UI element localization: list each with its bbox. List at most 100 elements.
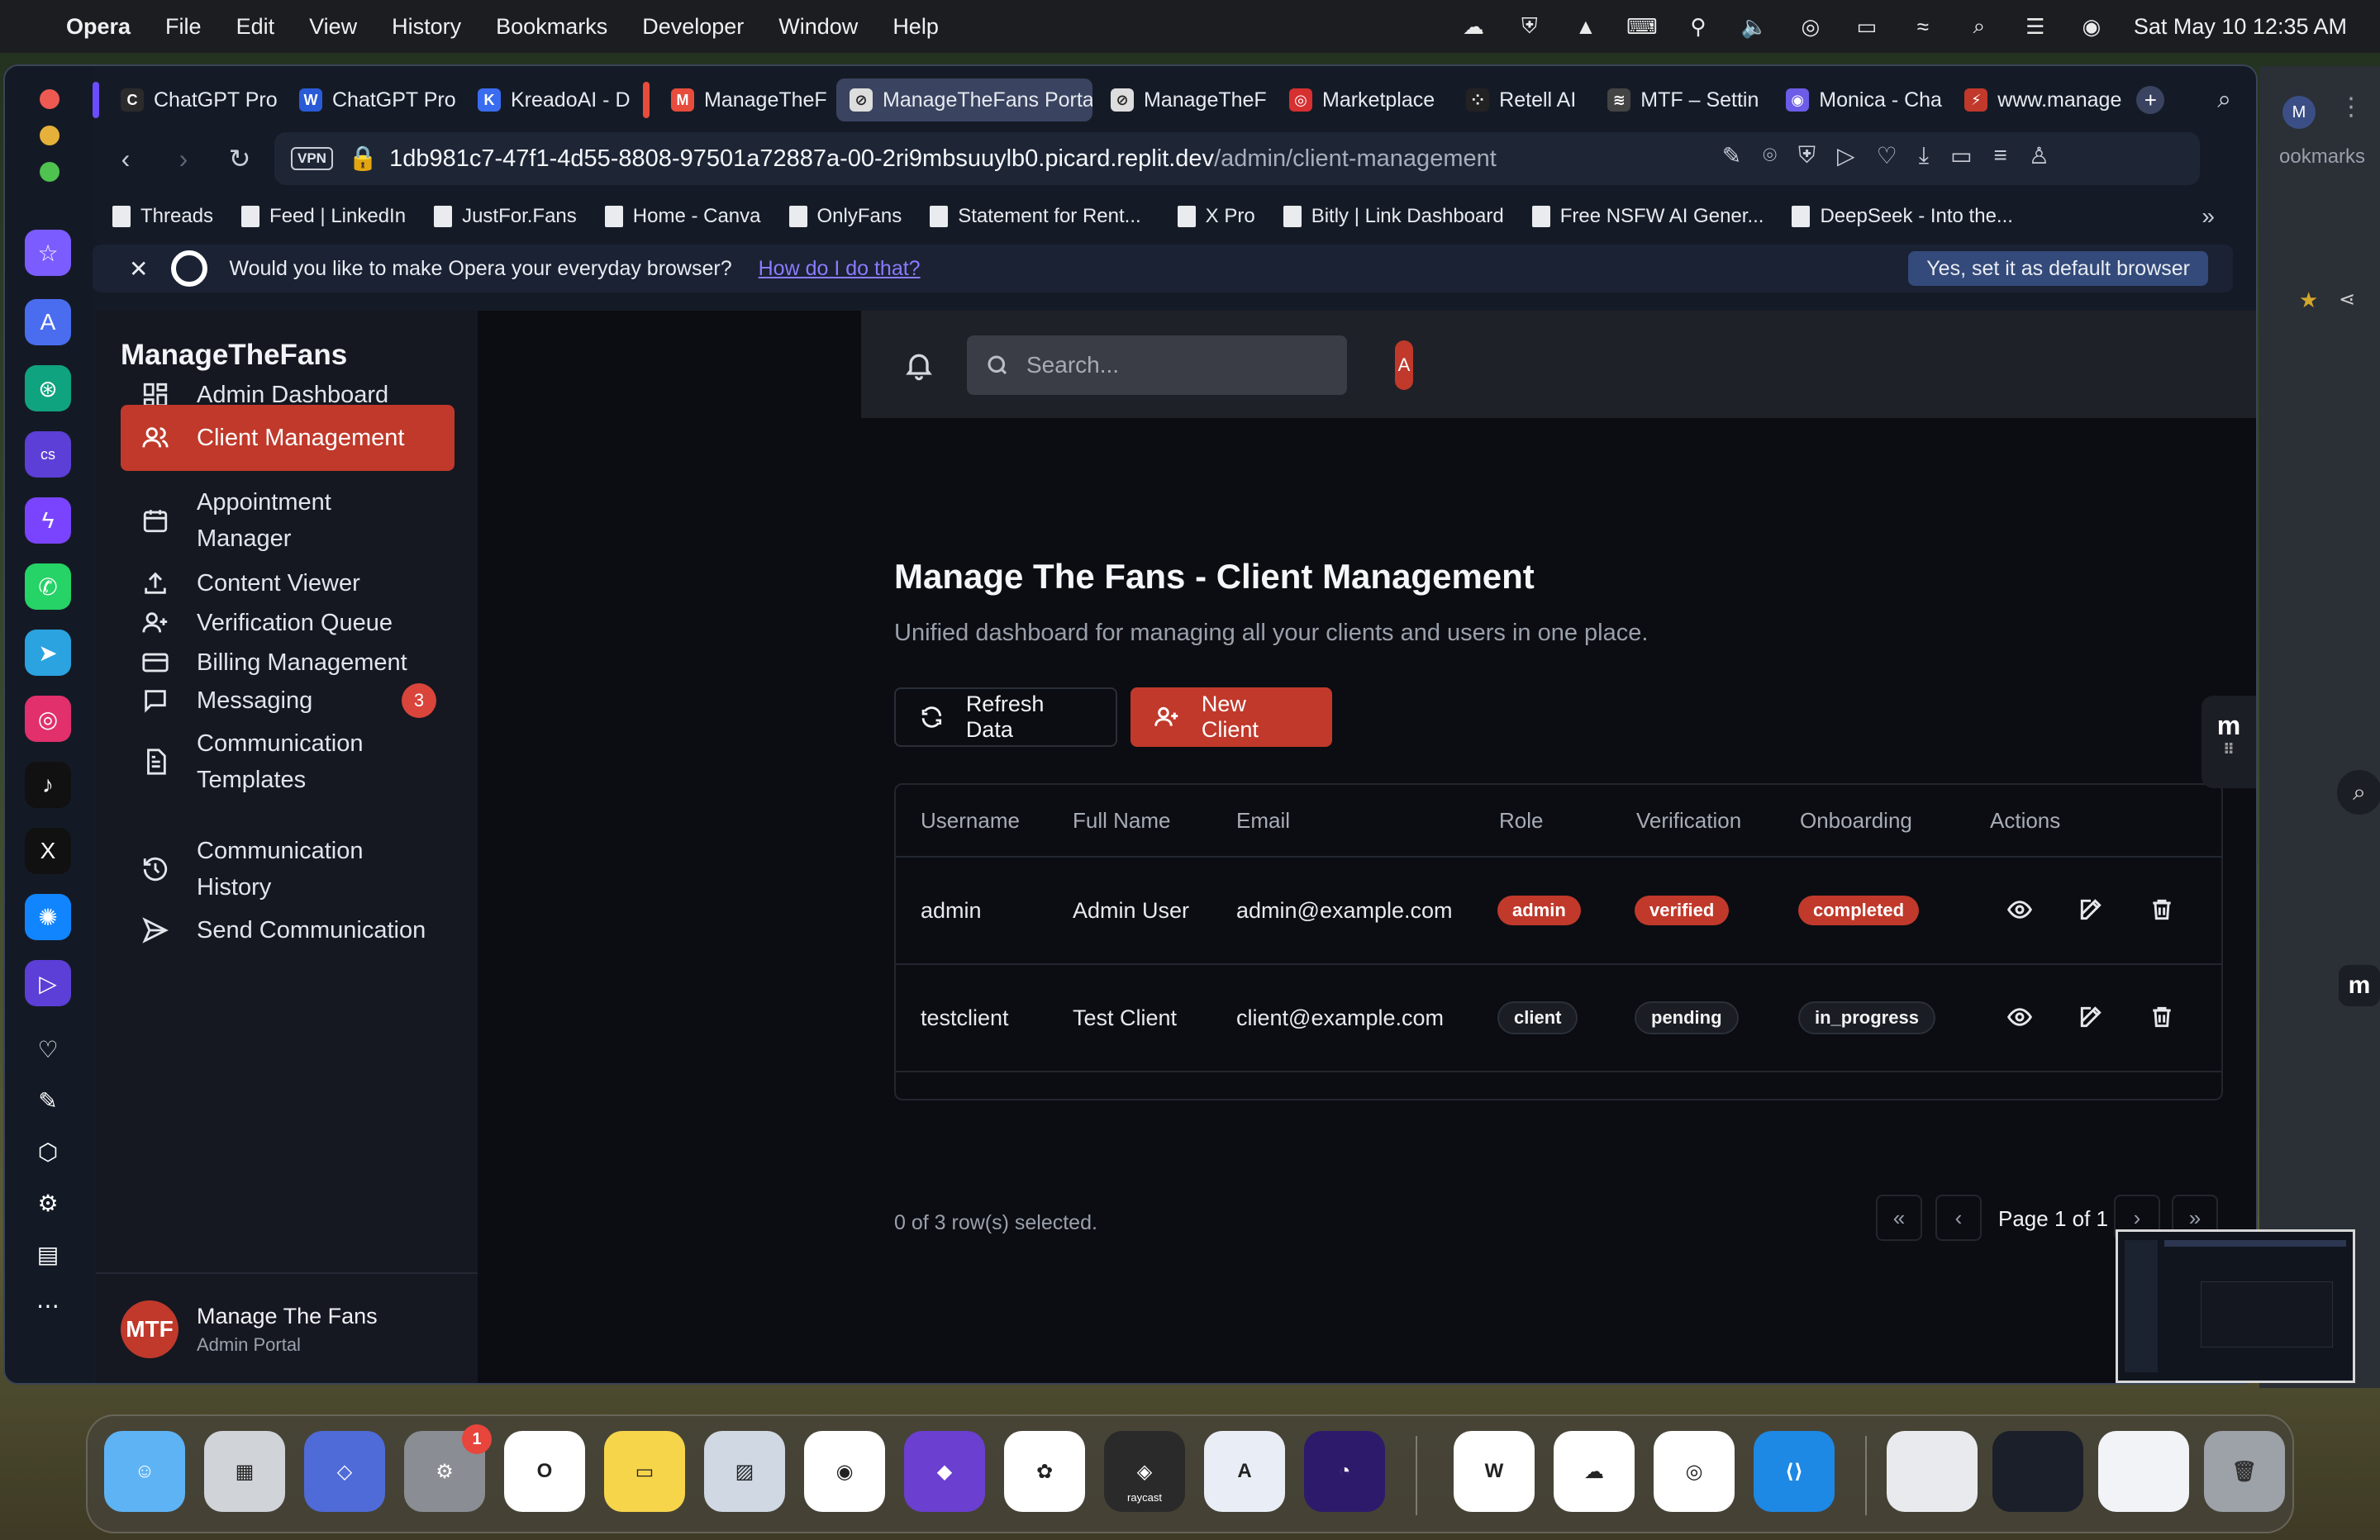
system-settings-dock-icon[interactable]: ⚙ 1 [404,1424,492,1512]
instagram-icon[interactable]: ◎ [25,696,71,742]
maximize-window-button[interactable] [40,162,60,182]
bookmark-item[interactable]: Home - Canva [604,205,761,228]
menu-developer[interactable]: Developer [642,14,744,40]
browser-tab[interactable]: ⁘ Retell AI [1453,78,1589,121]
preview-dock-icon[interactable]: ▨ [704,1431,785,1512]
cs-icon[interactable]: cs [25,431,71,478]
menu-app-name[interactable]: Opera [66,14,131,40]
craft-dock-icon[interactable]: ◇ [304,1431,385,1512]
column-header[interactable]: Actions [1990,808,2060,834]
column-header[interactable]: Email [1236,808,1290,834]
wifi-icon[interactable]: ≈ [1909,14,1937,39]
mountain-icon[interactable]: ▲ [1572,14,1600,39]
window-dock-icon[interactable] [2098,1431,2189,1512]
column-header[interactable]: Role [1499,808,1543,834]
trash-icon[interactable] [2149,1004,2178,1034]
shield-icon[interactable]: ⛨ [1516,13,1544,38]
close-window-button[interactable] [40,89,60,109]
reload-icon[interactable]: ↻ [223,142,256,175]
menu-help[interactable]: Help [892,14,939,40]
trash-icon[interactable] [2149,896,2178,926]
airdrop-icon[interactable]: ◎ [1797,14,1825,39]
how-link[interactable]: How do I do that? [759,257,921,281]
top-avatar[interactable]: A [1395,340,1413,390]
bookmark-item[interactable]: Feed | LinkedIn [241,205,406,228]
column-header[interactable]: Onboarding [1800,808,1912,834]
control-center-icon[interactable]: ☰ [2021,14,2049,39]
search-box[interactable] [967,335,1347,395]
finder-dock-icon[interactable]: ☺ [104,1431,185,1512]
battery-icon[interactable]: ▭ [1853,14,1881,39]
menu-view[interactable]: View [309,14,357,40]
player-icon[interactable]: ▷ [25,960,71,1006]
forward-icon[interactable]: › [167,142,200,175]
bluesky-icon[interactable]: ✺ [25,894,71,940]
menu-bookmarks[interactable]: Bookmarks [496,14,607,40]
browser-tab[interactable]: K KreadoAI - D [464,78,638,121]
view-icon[interactable] [2006,896,2036,926]
table-row[interactable]: admin Admin User admin@example.com admin ver… [896,858,2221,965]
lock-icon[interactable]: ⚲ [1684,14,1712,39]
raycast-dock-icon[interactable]: ◈ raycast [1104,1431,1185,1512]
battery-saver-icon[interactable]: ▭ [1950,142,1972,169]
menu-window[interactable]: Window [778,14,858,40]
monica-side-icon[interactable]: m [2339,965,2380,1006]
keyboard-icon[interactable]: ⌨ [1626,14,1658,39]
file-dock-icon[interactable] [1887,1431,1978,1512]
onedrive-dock-icon[interactable]: ☁ [1554,1431,1635,1512]
menu-edit[interactable]: Edit [236,14,275,40]
browser-tab[interactable]: ⊘ ManageTheF [1097,78,1271,121]
bookmark-item[interactable]: JustFor.Fans [434,205,577,228]
bookmark-item[interactable]: Statement for Rent... [930,205,1141,228]
bookmark-item[interactable]: Free NSFW AI Gener... [1531,205,1764,228]
edit-icon[interactable] [2078,1004,2107,1034]
column-header[interactable]: Full Name [1073,808,1170,834]
screenshot-thumbnail[interactable] [2116,1229,2355,1383]
file-icon[interactable]: ▤ [25,1231,71,1277]
share-icon[interactable]: ⋖ [2339,288,2355,311]
browser-tab[interactable]: M ManageTheF [658,78,831,121]
user-profile[interactable]: MTF Manage The Fans Admin Portal [96,1272,478,1383]
menu-file[interactable]: File [165,14,202,40]
browser-tab[interactable]: C ChatGPT Pro [107,78,281,121]
telegram-icon[interactable]: ➤ [25,630,71,676]
sidebar-item-communication-templates[interactable]: Communication Templates [121,712,455,811]
cloud-icon[interactable]: ☁ [1459,14,1488,39]
easy-setup-icon[interactable]: ≡ [1994,142,2007,169]
set-default-button[interactable]: Yes, set it as default browser [1908,251,2208,286]
heart-icon[interactable]: ♡ [25,1026,71,1072]
notes-dock-icon[interactable]: ▭ [604,1431,685,1512]
pencil-icon[interactable]: ✎ [25,1077,71,1124]
siri-icon[interactable]: ◉ [2078,14,2106,39]
bell-icon[interactable] [902,349,935,382]
monica-float[interactable]: m ⠿ [2202,696,2256,788]
new-client-button[interactable]: New Client [1130,687,1332,747]
opera-home-icon[interactable]: ☆ [25,230,71,276]
view-icon[interactable] [2006,1004,2036,1034]
messenger-icon[interactable]: ϟ [25,497,71,544]
drag-handle-icon[interactable]: ⠿ [2223,741,2235,758]
table-row[interactable]: mjduvallMJ Duvallmj@dgc.supportclientpen… [896,1072,2221,1099]
volume-icon[interactable]: 🔈 [1740,14,1768,39]
bookmark-item[interactable]: Threads [112,205,213,228]
tab-search-icon[interactable]: ⌕ [2217,86,2231,114]
sidebar-item-client-management[interactable]: Client Management [121,405,455,471]
play-icon[interactable]: ▷ [1837,142,1855,169]
refresh-data-button[interactable]: Refresh Data [894,687,1117,747]
sidebar-item-send-communication[interactable]: Send Communication [121,901,455,960]
edit-icon[interactable]: ✎ [1722,142,1741,169]
whatsapp-icon[interactable]: ✆ [25,563,71,610]
opera-dock-icon[interactable]: O [504,1431,585,1512]
notion-dock-icon[interactable]: W [1454,1431,1535,1512]
vpn-badge[interactable]: VPN [291,147,333,170]
photos-dock-icon[interactable]: ✿ [1004,1431,1085,1512]
safari-dock-icon[interactable]: ◎ [1654,1431,1735,1512]
menu-datetime[interactable]: Sat May 10 12:35 AM [2134,14,2347,40]
more-vertical-icon[interactable]: ⋮ [2339,93,2363,121]
browser-tab[interactable]: ⚡ www.manage [1951,78,2125,121]
settings-gear-icon[interactable]: ⚙ [25,1180,71,1226]
prev-page-button[interactable]: ‹ [1935,1195,1982,1241]
close-icon[interactable]: ✕ [129,255,148,283]
chrome-dock-icon[interactable]: ◉ [804,1431,885,1512]
vs-code-dock-icon[interactable]: ⟨⟩ [1754,1431,1835,1512]
